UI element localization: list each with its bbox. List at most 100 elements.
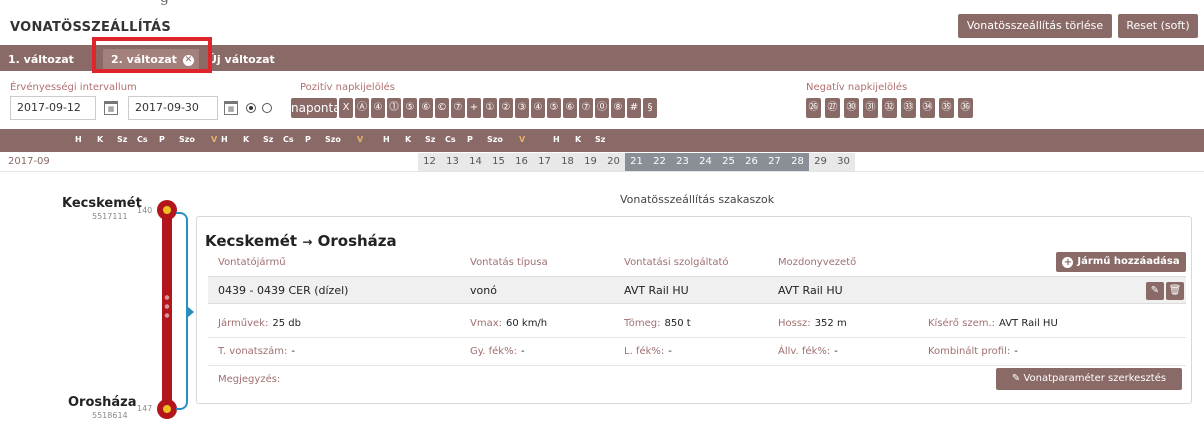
chip[interactable]: ⑥ — [563, 98, 577, 118]
day-cell[interactable]: 22 — [648, 153, 671, 171]
weekday-header: Szo — [179, 135, 195, 144]
day-cell[interactable]: 23 — [671, 153, 694, 171]
detail-value: 850 t — [664, 318, 691, 329]
chip[interactable]: ⑥ — [419, 98, 433, 118]
delete-composition-button[interactable]: Vonatösszeállítás törlése — [958, 14, 1112, 38]
drag-handle-icon[interactable] — [164, 293, 170, 319]
station-node-icon[interactable] — [157, 399, 177, 419]
detail-escort: Kísérő szem.: AVT Rail HU — [928, 318, 1058, 329]
cell-provider: AVT Rail HU — [624, 284, 689, 297]
section-title: Vonatösszeállítás szakaszok — [620, 193, 775, 206]
day-cell[interactable]: 15 — [487, 153, 510, 171]
radio-on[interactable] — [246, 103, 256, 113]
chip[interactable]: ㉚ — [844, 98, 859, 118]
detail-key: Járművek: — [218, 318, 269, 329]
chip[interactable]: ② — [499, 98, 513, 118]
day-cell[interactable]: 16 — [510, 153, 533, 171]
chip[interactable]: ⑧ — [611, 98, 625, 118]
chip[interactable]: ⑤ — [403, 98, 417, 118]
day-cell[interactable]: 13 — [441, 153, 464, 171]
validity-to-field[interactable]: 2017-09-30 — [128, 96, 218, 120]
chip[interactable]: ① — [483, 98, 497, 118]
chip-hash[interactable]: # — [627, 98, 641, 118]
day-cell[interactable]: 24 — [694, 153, 717, 171]
chip-x[interactable]: X — [339, 98, 353, 118]
table-row[interactable] — [208, 276, 1186, 304]
chip[interactable]: ⑤ — [547, 98, 561, 118]
weekday-header: H — [383, 135, 390, 144]
chip[interactable]: © — [435, 98, 449, 118]
col-header: Vontatás típusa — [470, 257, 548, 268]
day-cell[interactable]: 25 — [717, 153, 740, 171]
weekday-header: Szo — [325, 135, 341, 144]
day-cell[interactable]: 19 — [579, 153, 602, 171]
chip[interactable]: ④ — [531, 98, 545, 118]
detail-l-brake: L. fék%: - — [624, 346, 672, 357]
day-cell[interactable]: 27 — [763, 153, 786, 171]
col-header: Vontatójármű — [218, 257, 286, 268]
weekday-header: Sz — [117, 135, 128, 144]
weekday-header: K — [243, 135, 250, 144]
detail-parking-brake: Állv. fék%: - — [778, 346, 838, 357]
route-from: Kecskemét — [205, 232, 298, 250]
add-vehicle-label: Jármű hozzáadása — [1077, 256, 1180, 267]
detail-value: - — [834, 346, 838, 357]
chip[interactable]: ㊱ — [958, 98, 973, 118]
day-cell[interactable]: 12 — [418, 153, 441, 171]
route-to: Orosháza — [317, 232, 397, 250]
weekday-header: P — [159, 135, 165, 144]
delete-icon[interactable]: 🗑 — [1166, 282, 1184, 300]
chip[interactable]: ③ — [515, 98, 529, 118]
edit-train-params-button[interactable]: ✎ Vonatparaméter szerkesztés — [996, 368, 1182, 390]
day-cell[interactable]: 17 — [533, 153, 556, 171]
reset-soft-button[interactable]: Reset (soft) — [1118, 14, 1198, 38]
day-cell[interactable]: 18 — [556, 153, 579, 171]
detail-train-number: T. vonatszám: - — [218, 346, 295, 357]
chip[interactable]: ㉞ — [920, 98, 935, 118]
calendar-icon[interactable]: ▦ — [224, 101, 238, 115]
calendar-icon[interactable]: ▦ — [104, 101, 118, 115]
detail-key: L. fék%: — [624, 346, 665, 357]
negative-label: Negatív napkijelölés — [806, 82, 908, 93]
day-cell[interactable]: 20 — [602, 153, 625, 171]
station-node-icon[interactable] — [157, 200, 177, 220]
chip[interactable]: ㉖ — [806, 98, 821, 118]
chip[interactable]: ㉟ — [939, 98, 954, 118]
radio-off[interactable] — [262, 103, 272, 113]
day-cell[interactable]: 30 — [832, 153, 855, 171]
detail-value: 352 m — [814, 318, 847, 329]
weekday-header: H — [75, 135, 82, 144]
chip[interactable]: ⓵ — [387, 98, 401, 118]
validity-from-field[interactable]: 2017-09-12 — [10, 96, 96, 120]
detail-value: - — [668, 346, 672, 357]
day-cell[interactable]: 21 — [625, 153, 648, 171]
weekday-bar: H K Sz Cs P Szo V H K Sz Cs P Szo V H K Sz Cs P Szo V H K Sz — [0, 129, 1204, 152]
day-cell[interactable]: 28 — [786, 153, 809, 171]
chip[interactable]: ㉜ — [882, 98, 897, 118]
detail-length: Hossz: 352 m — [778, 318, 847, 329]
chip[interactable]: ㉗ — [825, 98, 840, 118]
day-cell[interactable]: 26 — [740, 153, 763, 171]
chip[interactable]: ㉝ — [901, 98, 916, 118]
cell-traction-type: vonó — [470, 284, 497, 297]
chip[interactable]: ④ — [371, 98, 385, 118]
chip-plus[interactable]: + — [467, 98, 481, 118]
chip-naponta[interactable]: naponta — [291, 98, 341, 118]
route-arrow: → — [302, 235, 313, 249]
day-cell[interactable]: 14 — [464, 153, 487, 171]
divider — [208, 365, 1186, 366]
chip[interactable]: ㉛ — [863, 98, 878, 118]
day-cell[interactable]: 29 — [809, 153, 832, 171]
chip[interactable]: Ⓐ — [355, 98, 369, 118]
detail-value: AVT Rail HU — [999, 318, 1058, 329]
add-vehicle-button[interactable]: + Jármű hozzáadása — [1056, 252, 1186, 272]
edit-icon[interactable]: ✎ — [1146, 282, 1164, 300]
tab-variant-1[interactable]: 1. változat — [0, 49, 96, 71]
detail-gy-brake: Gy. fék%: - — [470, 346, 525, 357]
page-title: VONATÖSSZEÁLLÍTÁS — [10, 20, 172, 35]
chip[interactable]: ⑦ — [579, 98, 593, 118]
tab-new-variant[interactable]: Új változat — [204, 49, 280, 71]
chip[interactable]: ⓪ — [595, 98, 609, 118]
chip-paragraph[interactable]: § — [643, 98, 657, 118]
chip[interactable]: ⑦ — [451, 98, 465, 118]
